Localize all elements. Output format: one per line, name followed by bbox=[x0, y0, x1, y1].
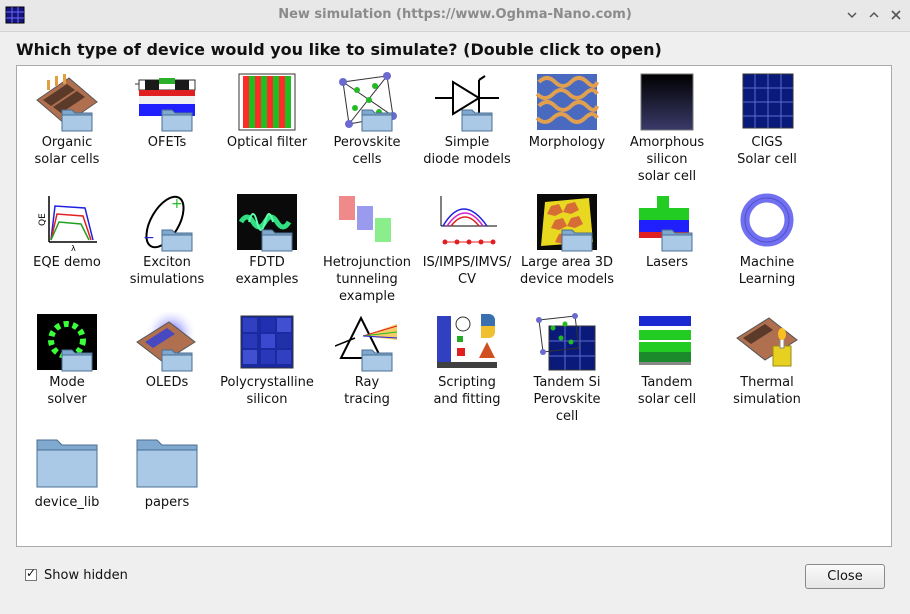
folder-icon bbox=[36, 439, 98, 488]
device-item-ray-tracing[interactable]: Ray tracing bbox=[317, 308, 417, 426]
morphology-icon bbox=[535, 74, 599, 130]
device-item-polycrystalline-silicon[interactable]: Polycrystalline silicon bbox=[217, 308, 317, 426]
polycrystalline-icon bbox=[240, 315, 294, 369]
optical-filter-icon bbox=[238, 73, 296, 131]
device-item-ofets[interactable]: OFETs bbox=[117, 68, 217, 186]
folder-icon bbox=[61, 109, 93, 132]
heterojunction-icon bbox=[339, 196, 391, 242]
device-item-tandem-si-perovskite[interactable]: Tandem Si Perovskite cell bbox=[517, 308, 617, 426]
close-icon bbox=[891, 10, 901, 20]
svg-text:QE: QE bbox=[38, 213, 48, 226]
device-item-exciton-simulations[interactable]: + − Exciton simulations bbox=[117, 188, 217, 306]
device-item-label: Morphology bbox=[528, 135, 606, 150]
device-item-label: EQE demo bbox=[33, 255, 101, 270]
check-mark-icon: ✓ bbox=[26, 566, 37, 580]
device-item-label: Amorphous silicon solar cell bbox=[629, 135, 705, 184]
folder-icon bbox=[661, 229, 693, 252]
device-item-machine-learning[interactable]: Machine Learning bbox=[717, 188, 817, 306]
folder-icon bbox=[161, 349, 193, 372]
show-hidden-checkbox[interactable]: ✓ bbox=[25, 566, 37, 581]
folder-icon bbox=[361, 109, 393, 132]
device-item-cigs-solar-cell[interactable]: CIGS Solar cell bbox=[717, 68, 817, 186]
device-item-is-imps-imvs-cv[interactable]: IS/IMPS/IMVS/ CV bbox=[417, 188, 517, 306]
chevron-up-icon bbox=[869, 11, 879, 18]
folder-icon bbox=[261, 229, 293, 252]
device-item-label: Thermal simulation bbox=[733, 375, 801, 407]
device-item-eqe-demo[interactable]: QE λ EQE demo bbox=[17, 188, 117, 306]
impedance-icon bbox=[440, 196, 497, 245]
device-item-thermal-simulation[interactable]: Thermal simulation bbox=[717, 308, 817, 426]
device-item-label: papers bbox=[144, 495, 190, 510]
device-item-label: Perovskite cells bbox=[333, 135, 401, 167]
eqe-icon: QE λ bbox=[38, 196, 97, 252]
close-button[interactable]: Close bbox=[805, 564, 885, 589]
device-item-scripting-and-fitting[interactable]: Scripting and fitting bbox=[417, 308, 517, 426]
device-item-label: Tandem solar cell bbox=[637, 375, 697, 407]
device-item-fdtd-examples[interactable]: FDTD examples bbox=[217, 188, 317, 306]
device-item-oleds[interactable]: OLEDs bbox=[117, 308, 217, 426]
device-item-label: Machine Learning bbox=[738, 255, 796, 287]
device-item-label: FDTD examples bbox=[235, 255, 299, 287]
device-item-organic-solar-cells[interactable]: Organic solar cells bbox=[17, 68, 117, 186]
device-item-simple-diode-models[interactable]: Simple diode models bbox=[417, 68, 517, 186]
machine-learning-icon bbox=[740, 193, 794, 247]
device-item-label: Scripting and fitting bbox=[433, 375, 501, 407]
folder-icon bbox=[61, 349, 93, 372]
device-item-label: Organic solar cells bbox=[34, 135, 100, 167]
device-item-amorphous-silicon[interactable]: Amorphous silicon solar cell bbox=[617, 68, 717, 186]
device-item-label: OFETs bbox=[147, 135, 187, 150]
folder-icon bbox=[361, 349, 393, 372]
chevron-down-icon bbox=[847, 12, 857, 19]
minimize-button[interactable] bbox=[844, 7, 860, 23]
page-title: Which type of device would you like to s… bbox=[16, 40, 662, 59]
svg-text:+: + bbox=[171, 196, 183, 212]
scripting-icon bbox=[437, 314, 497, 368]
device-item-mode-solver[interactable]: Mode solver bbox=[17, 308, 117, 426]
device-item-label: Mode solver bbox=[47, 375, 87, 407]
device-item-large-area-3d[interactable]: Large area 3D device models bbox=[517, 188, 617, 306]
device-item-label: Polycrystalline silicon bbox=[220, 375, 314, 407]
device-item-label: Optical filter bbox=[226, 135, 308, 150]
device-grid: Organic solar cells OFETs Optical filter… bbox=[16, 65, 892, 547]
folder-icon bbox=[161, 229, 193, 252]
device-item-label: OLEDs bbox=[145, 375, 189, 390]
device-item-label: Ray tracing bbox=[344, 375, 390, 407]
cigs-icon bbox=[742, 73, 794, 129]
device-item-device-lib[interactable]: device_lib bbox=[17, 428, 117, 546]
device-item-label: Simple diode models bbox=[423, 135, 511, 167]
folder-icon bbox=[161, 109, 193, 132]
device-item-label: Exciton simulations bbox=[129, 255, 205, 287]
device-item-label: IS/IMPS/IMVS/ CV bbox=[422, 255, 512, 287]
thermal-icon bbox=[736, 317, 798, 367]
tandem-solar-icon bbox=[639, 316, 691, 365]
device-item-label: Tandem Si Perovskite cell bbox=[533, 375, 601, 424]
device-item-tandem-solar-cell[interactable]: Tandem solar cell bbox=[617, 308, 717, 426]
folder-icon bbox=[461, 109, 493, 132]
device-item-label: Hetrojunction tunneling example bbox=[322, 255, 412, 304]
show-hidden-label[interactable]: Show hidden bbox=[44, 568, 128, 583]
device-item-label: CIGS Solar cell bbox=[737, 135, 797, 167]
close-window-button[interactable] bbox=[888, 7, 904, 23]
device-item-lasers[interactable]: Lasers bbox=[617, 188, 717, 306]
window-title: New simulation (https://www.Oghma-Nano.c… bbox=[278, 7, 632, 22]
device-item-label: Large area 3D device models bbox=[519, 255, 615, 287]
device-item-papers[interactable]: papers bbox=[117, 428, 217, 546]
folder-icon bbox=[561, 229, 593, 252]
device-item-perovskite-cells[interactable]: Perovskite cells bbox=[317, 68, 417, 186]
tandem-si-perovskite-icon bbox=[536, 313, 596, 371]
device-item-morphology[interactable]: Morphology bbox=[517, 68, 617, 186]
folder-icon bbox=[136, 439, 198, 488]
device-item-label: device_lib bbox=[34, 495, 100, 510]
svg-text:−: − bbox=[143, 230, 155, 246]
svg-text:λ: λ bbox=[71, 244, 76, 252]
amorphous-silicon-icon bbox=[640, 73, 694, 131]
device-item-hetrojunction-tunneling[interactable]: Hetrojunction tunneling example bbox=[317, 188, 417, 306]
title-bar: New simulation (https://www.Oghma-Nano.c… bbox=[0, 0, 910, 32]
device-item-optical-filter[interactable]: Optical filter bbox=[217, 68, 317, 186]
maximize-button[interactable] bbox=[866, 7, 882, 23]
device-item-label: Lasers bbox=[645, 255, 689, 270]
